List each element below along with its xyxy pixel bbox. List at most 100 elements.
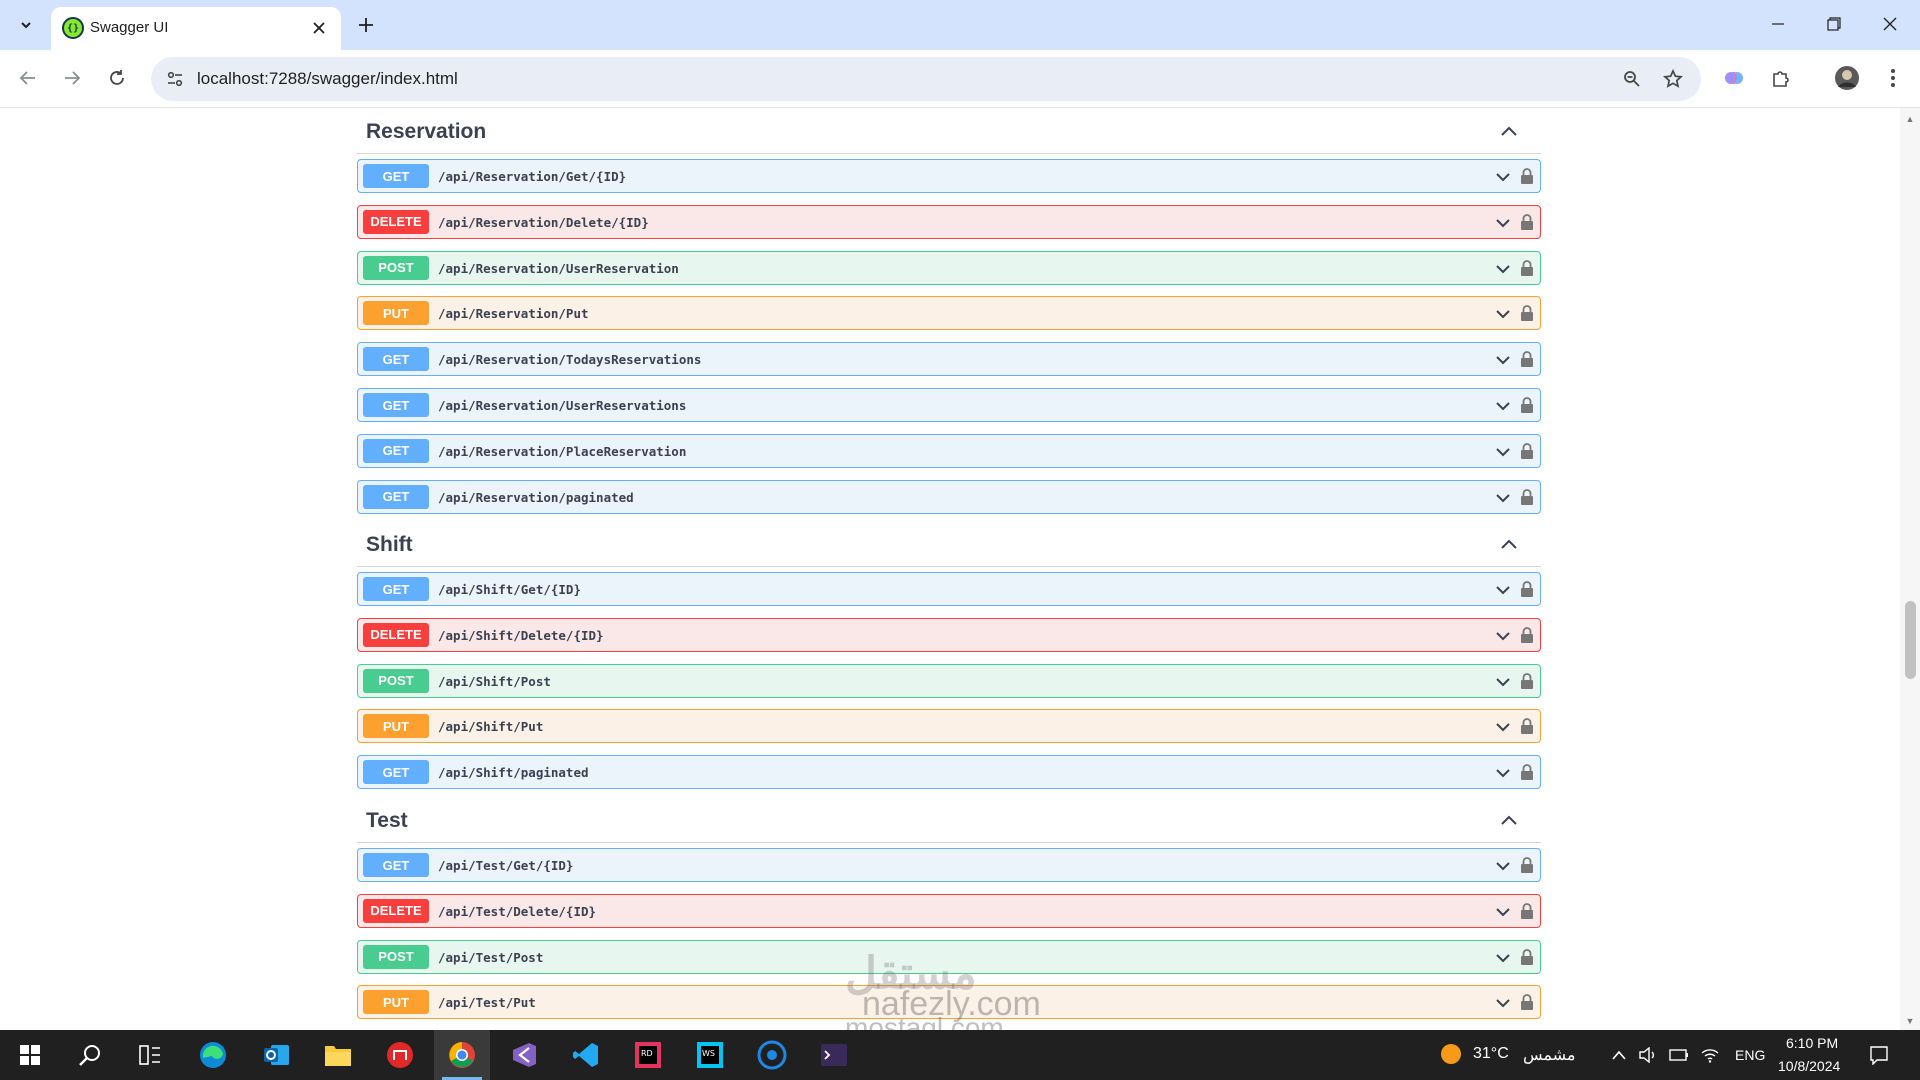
lock-icon[interactable] xyxy=(1520,304,1534,322)
profile-button[interactable] xyxy=(1830,61,1864,95)
chevron-down-icon[interactable] xyxy=(1494,764,1512,782)
lock-icon[interactable] xyxy=(1520,902,1534,920)
scroll-down-arrow-icon[interactable]: ▼ xyxy=(1904,1016,1916,1028)
task-view-button[interactable] xyxy=(122,1030,178,1080)
address-bar[interactable]: localhost:7288/swagger/index.html xyxy=(151,57,1701,101)
browser-tab[interactable]: {} Swagger UI xyxy=(51,7,341,50)
operation-delete[interactable]: DELETE/api/Reservation/Delete/{ID} xyxy=(357,204,1541,239)
lock-icon[interactable] xyxy=(1520,717,1534,735)
page-scrollbar[interactable]: ▲ ▼ xyxy=(1900,108,1920,1030)
weather-temp[interactable]: 31°C xyxy=(1473,1045,1509,1063)
tab-search-button[interactable] xyxy=(10,9,42,41)
taskbar-chrome[interactable] xyxy=(434,1030,490,1080)
taskbar-vscode[interactable] xyxy=(558,1030,614,1080)
chevron-down-icon[interactable] xyxy=(1494,718,1512,736)
chevron-down-icon[interactable] xyxy=(1494,949,1512,967)
tab-close-button[interactable] xyxy=(307,16,331,40)
chevron-down-icon[interactable] xyxy=(1494,994,1512,1012)
weather-label[interactable]: مشمس xyxy=(1523,1045,1576,1065)
chevron-up-icon[interactable] xyxy=(1499,122,1519,142)
chevron-down-icon[interactable] xyxy=(1494,903,1512,921)
tag-header[interactable]: Shift xyxy=(357,521,1541,567)
taskbar-file-explorer[interactable] xyxy=(310,1030,366,1080)
lock-icon[interactable] xyxy=(1520,626,1534,644)
chevron-down-icon[interactable] xyxy=(1494,443,1512,461)
wifi-icon[interactable] xyxy=(1699,1044,1721,1066)
tag-title[interactable]: Shift xyxy=(366,533,413,557)
bookmark-button[interactable] xyxy=(1661,67,1685,91)
volume-icon[interactable] xyxy=(1637,1044,1659,1066)
taskbar-visual-studio[interactable] xyxy=(496,1030,552,1080)
minimize-button[interactable] xyxy=(1750,0,1806,48)
chevron-up-icon[interactable] xyxy=(1499,811,1519,831)
tag-header[interactable]: Test xyxy=(357,797,1541,843)
lock-icon[interactable] xyxy=(1520,442,1534,460)
tag-header[interactable]: Reservation xyxy=(357,108,1541,154)
operation-get[interactable]: GET/api/Reservation/Get/{ID} xyxy=(357,159,1541,193)
taskbar-app-blue[interactable] xyxy=(744,1030,800,1080)
browser-menu-button[interactable] xyxy=(1876,61,1910,95)
chevron-up-icon[interactable] xyxy=(1499,535,1519,555)
chevron-down-icon[interactable] xyxy=(1494,489,1512,507)
chevron-down-icon[interactable] xyxy=(1494,214,1512,232)
weather-sun-icon[interactable] xyxy=(1440,1043,1462,1065)
operation-get[interactable]: GET/api/Reservation/TodaysReservations xyxy=(357,342,1541,377)
lock-icon[interactable] xyxy=(1520,948,1534,966)
clock-date[interactable]: 10/8/2024 xyxy=(1778,1058,1840,1074)
operation-delete[interactable]: DELETE/api/Shift/Delete/{ID} xyxy=(357,617,1541,652)
taskbar-app-red[interactable] xyxy=(372,1030,428,1080)
start-button[interactable] xyxy=(2,1030,58,1080)
battery-icon[interactable] xyxy=(1668,1044,1690,1066)
chevron-down-icon[interactable] xyxy=(1494,857,1512,875)
lock-icon[interactable] xyxy=(1520,993,1534,1011)
reload-button[interactable] xyxy=(100,61,134,95)
restore-button[interactable] xyxy=(1806,0,1862,48)
operation-get[interactable]: GET/api/Reservation/UserReservations xyxy=(357,388,1541,422)
notifications-icon[interactable] xyxy=(1868,1044,1890,1066)
chevron-down-icon[interactable] xyxy=(1494,260,1512,278)
taskbar-outlook[interactable] xyxy=(248,1030,304,1080)
forward-button[interactable] xyxy=(55,61,89,95)
operation-get[interactable]: GET/api/Shift/Get/{ID} xyxy=(357,572,1541,606)
tag-title[interactable]: Reservation xyxy=(366,120,486,144)
lock-icon[interactable] xyxy=(1520,580,1534,598)
operation-put[interactable]: PUT/api/Shift/Put xyxy=(357,709,1541,744)
lock-icon[interactable] xyxy=(1520,167,1534,185)
operation-delete[interactable]: DELETE/api/Test/Delete/{ID} xyxy=(357,893,1541,928)
lock-icon[interactable] xyxy=(1520,396,1534,414)
taskbar-webstorm[interactable]: WS xyxy=(682,1030,738,1080)
lock-icon[interactable] xyxy=(1520,672,1534,690)
back-button[interactable] xyxy=(11,61,45,95)
lock-icon[interactable] xyxy=(1520,350,1534,368)
lock-icon[interactable] xyxy=(1520,856,1534,874)
taskbar-rider[interactable]: RD xyxy=(620,1030,676,1080)
url-text[interactable]: localhost:7288/swagger/index.html xyxy=(197,69,458,89)
chevron-down-icon[interactable] xyxy=(1494,581,1512,599)
chevron-down-icon[interactable] xyxy=(1494,351,1512,369)
chevron-down-icon[interactable] xyxy=(1494,168,1512,186)
extensions-menu-button[interactable] xyxy=(1764,61,1798,95)
clock-time[interactable]: 6:10 PM xyxy=(1786,1035,1838,1051)
new-tab-button[interactable] xyxy=(350,9,382,41)
site-info-button[interactable] xyxy=(163,67,187,91)
zoom-button[interactable] xyxy=(1620,67,1644,91)
close-window-button[interactable] xyxy=(1862,0,1918,48)
lock-icon[interactable] xyxy=(1520,488,1534,506)
operation-get[interactable]: GET/api/Reservation/PlaceReservation xyxy=(357,433,1541,468)
operation-post[interactable]: POST/api/Reservation/UserReservation xyxy=(357,250,1541,285)
operation-get[interactable]: GET/api/Shift/paginated xyxy=(357,755,1541,790)
operation-get[interactable]: GET/api/Reservation/paginated xyxy=(357,479,1541,514)
taskbar-terminal[interactable] xyxy=(806,1030,862,1080)
lock-icon[interactable] xyxy=(1520,259,1534,277)
lock-icon[interactable] xyxy=(1520,213,1534,231)
chevron-down-icon[interactable] xyxy=(1494,305,1512,323)
taskbar-edge[interactable] xyxy=(185,1030,241,1080)
chevron-down-icon[interactable] xyxy=(1494,673,1512,691)
language-indicator[interactable]: ENG xyxy=(1735,1047,1765,1063)
scroll-thumb[interactable] xyxy=(1905,601,1916,679)
tag-title[interactable]: Test xyxy=(366,809,408,833)
operation-put[interactable]: PUT/api/Reservation/Put xyxy=(357,296,1541,331)
chevron-down-icon[interactable] xyxy=(1494,397,1512,415)
chevron-down-icon[interactable] xyxy=(1494,627,1512,645)
lock-icon[interactable] xyxy=(1520,763,1534,781)
